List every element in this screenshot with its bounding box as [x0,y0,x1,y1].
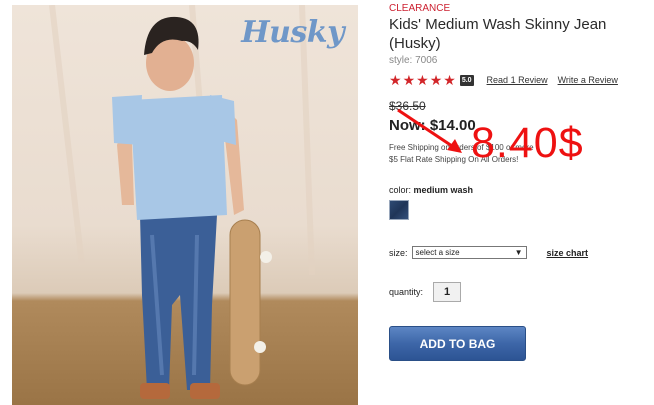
clearance-label: CLEARANCE [389,3,451,14]
quantity-label: quantity: [389,287,424,297]
product-photo-illustration [49,5,315,399]
product-image: Husky [12,5,358,405]
size-row: size: select a size ▼ size chart [389,246,649,259]
size-label: size: [389,247,408,258]
size-select-value: select a size [415,248,460,257]
star-icon: ★ [429,72,443,88]
size-chart-link[interactable]: size chart [547,248,589,258]
color-label-text: color: [389,185,412,195]
size-select[interactable]: select a size ▼ [411,246,527,259]
color-label: color: medium wash [389,185,649,195]
star-icon: ★ [416,72,429,88]
color-value: medium wash [413,185,474,195]
brand-logo: Husky [241,15,344,50]
product-title: Kids' Medium Wash Skinny Jean (Husky) [389,16,607,52]
product-style: style: 7006 [389,55,438,66]
color-swatch-medium-wash[interactable] [389,200,409,220]
quantity-row: quantity: 1 [389,282,649,302]
quantity-input[interactable]: 1 [433,282,462,302]
rating-score-badge: 5.0 [459,74,474,86]
star-icon: ★ [389,72,402,88]
add-to-bag-button[interactable]: ADD TO BAG [389,326,526,361]
original-price: $36.50 [389,99,426,113]
read-reviews-link[interactable]: Read 1 Review [487,75,548,85]
star-icon: ★ [443,72,456,88]
product-info: CLEARANCE Kids' Medium Wash Skinny Jean … [389,3,649,361]
write-review-link[interactable]: Write a Review [558,75,618,85]
rating-row: ★ ★ ★ ★ ★ 5.0 Read 1 Review Write a Revi… [389,72,649,88]
chevron-down-icon: ▼ [514,248,523,257]
star-rating: ★ ★ ★ ★ ★ [389,73,457,87]
star-icon: ★ [402,72,416,88]
annotation-price-text: 8.40$ [471,119,584,167]
